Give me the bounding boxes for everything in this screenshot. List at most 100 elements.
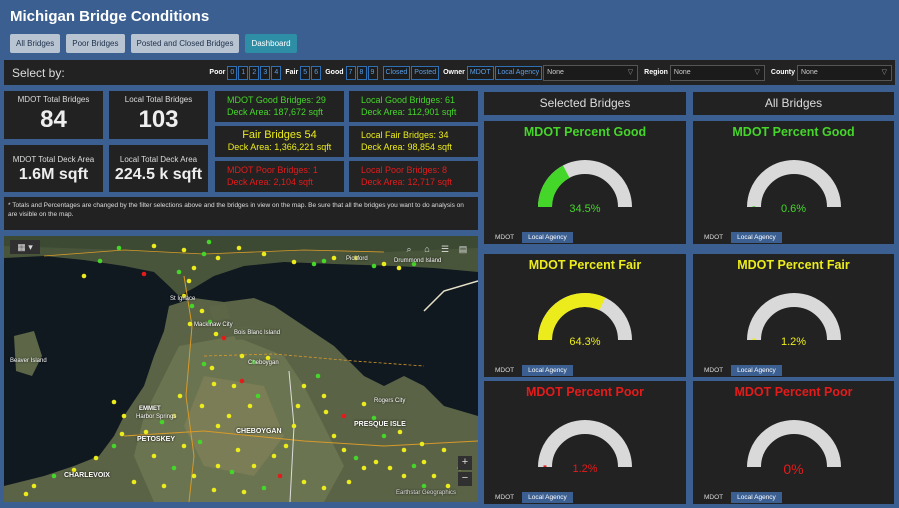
bridge-marker[interactable] [235,447,241,453]
bridge-marker[interactable] [201,361,207,367]
bridge-marker[interactable] [116,245,122,251]
bridge-marker[interactable] [321,393,327,399]
bridge-marker[interactable] [239,353,245,359]
rating-1-button[interactable]: 1 [238,65,249,80]
bridge-marker[interactable] [255,393,261,399]
bridge-marker[interactable] [445,483,451,489]
bridge-marker[interactable] [291,423,297,429]
owner-local-button[interactable]: Local Agency [494,65,543,80]
bridge-marker[interactable] [261,251,267,257]
posted-button[interactable]: Posted [411,65,440,80]
gauge-tab-local[interactable]: Local Agency [731,492,782,503]
bridge-marker[interactable] [353,455,359,461]
rating-6-button[interactable]: 6 [311,65,322,80]
rating-9-button[interactable]: 9 [367,65,378,80]
bridge-marker[interactable] [151,453,157,459]
bridge-marker[interactable] [186,278,192,284]
bridge-marker[interactable] [371,263,377,269]
gauge-tab-local[interactable]: Local Agency [522,232,573,243]
owner-mdot-button[interactable]: MDOT [466,65,494,80]
bridge-marker[interactable] [131,479,137,485]
bridge-marker[interactable] [239,378,245,384]
rating-7-button[interactable]: 7 [345,65,356,80]
bridge-marker[interactable] [226,413,232,419]
bridge-marker[interactable] [93,455,99,461]
bridge-marker[interactable] [397,429,403,435]
bridge-marker[interactable] [215,463,221,469]
bridge-marker[interactable] [371,415,377,421]
bridge-marker[interactable] [261,485,267,491]
rating-3-button[interactable]: 3 [260,65,271,80]
bridge-marker[interactable] [381,261,387,267]
bridge-marker[interactable] [191,265,197,271]
bridge-marker[interactable] [181,443,187,449]
bridge-marker[interactable] [119,431,125,437]
rating-8-button[interactable]: 8 [356,65,367,80]
gauge-tab-local[interactable]: Local Agency [522,492,573,503]
gauge-tab-mdot[interactable]: MDOT [698,492,729,503]
tab-poor-bridges[interactable]: Poor Bridges [66,34,125,53]
bridge-marker[interactable] [213,331,219,337]
gauge-tab-mdot[interactable]: MDOT [698,232,729,243]
legend-icon[interactable]: ☰ [438,242,452,256]
bridge-marker[interactable] [81,273,87,279]
bridge-marker[interactable] [23,491,29,497]
rating-4-button[interactable]: 4 [271,65,282,80]
home-icon[interactable]: ⌂ [420,242,434,256]
bridge-marker[interactable] [419,441,425,447]
bridge-marker[interactable] [191,473,197,479]
bridge-marker[interactable] [331,255,337,261]
bridge-marker[interactable] [187,321,193,327]
bridge-marker[interactable] [97,258,103,264]
bridge-marker[interactable] [421,459,427,465]
bridge-marker[interactable] [401,447,407,453]
bridge-marker[interactable] [341,413,347,419]
county-select[interactable]: None ▽ [797,64,892,81]
bridge-marker[interactable] [247,403,253,409]
gauge-tab-mdot[interactable]: MDOT [489,492,520,503]
bridge-marker[interactable] [176,269,182,275]
bridge-marker[interactable] [361,401,367,407]
bridge-marker[interactable] [315,373,321,379]
bridge-marker[interactable] [341,447,347,453]
bridge-marker[interactable] [111,443,117,449]
bridge-marker[interactable] [321,485,327,491]
bridge-marker[interactable] [159,419,165,425]
bridge-marker[interactable] [387,465,393,471]
bridge-marker[interactable] [236,245,242,251]
tab-all-bridges[interactable]: All Bridges [10,34,61,53]
bridge-marker[interactable] [396,265,402,271]
bridge-marker[interactable] [189,303,195,309]
bridge-marker[interactable] [411,463,417,469]
bridge-marker[interactable] [295,403,301,409]
bridge-marker[interactable] [301,383,307,389]
zoom-in-button[interactable]: + [458,456,472,470]
gauge-tab-mdot[interactable]: MDOT [489,232,520,243]
bridge-marker[interactable] [221,335,227,341]
gauge-tab-local[interactable]: Local Agency [731,365,782,376]
gauge-tab-local[interactable]: Local Agency [731,232,782,243]
bridge-marker[interactable] [151,243,157,249]
bridge-marker[interactable] [181,247,187,253]
closed-button[interactable]: Closed [382,65,411,80]
bridge-marker[interactable] [421,483,427,489]
bridge-marker[interactable] [31,483,37,489]
bridge-marker[interactable] [277,473,283,479]
bridge-marker[interactable] [441,447,447,453]
bridge-marker[interactable] [171,465,177,471]
bridge-marker[interactable] [143,429,149,435]
tab-dashboard[interactable]: Dashboard [245,34,297,53]
bridge-marker[interactable] [373,459,379,465]
layers-icon[interactable]: ▤ [456,242,470,256]
bridge-marker[interactable] [431,473,437,479]
bridge-marker[interactable] [209,365,215,371]
search-icon[interactable]: ⌕ [402,242,416,256]
bridge-marker[interactable] [177,393,183,399]
bridge-marker[interactable] [121,413,127,419]
bridge-marker[interactable] [241,489,247,495]
tab-posted-closed[interactable]: Posted and Closed Bridges [130,34,240,53]
bridge-marker[interactable] [199,308,205,314]
bridge-marker[interactable] [346,479,352,485]
bridge-marker[interactable] [361,465,367,471]
bridge-marker[interactable] [215,423,221,429]
